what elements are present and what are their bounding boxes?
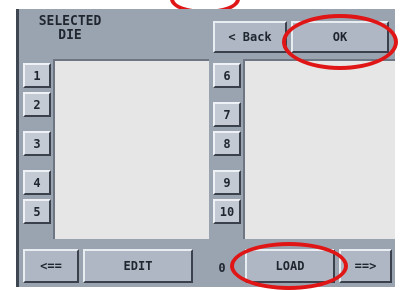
right-die-panel (243, 59, 395, 239)
next-page-button[interactable]: ==> (339, 249, 392, 283)
die-button-4[interactable]: 4 (23, 170, 51, 195)
die-button-5[interactable]: 5 (23, 199, 51, 224)
die-selection-screen: SELECTED DIE < Back OK 1 2 3 4 5 6 7 8 9… (16, 9, 395, 287)
die-button-6[interactable]: 6 (213, 63, 241, 88)
die-button-2[interactable]: 2 (23, 92, 51, 117)
die-button-8[interactable]: 8 (213, 131, 241, 156)
die-button-3[interactable]: 3 (23, 131, 51, 156)
die-button-1[interactable]: 1 (23, 63, 51, 88)
die-button-7[interactable]: 7 (213, 102, 241, 127)
die-count: 0 (218, 261, 226, 275)
header-title: SELECTED DIE (38, 14, 102, 43)
back-button[interactable]: < Back (213, 21, 287, 53)
edit-button[interactable]: EDIT (83, 249, 193, 283)
prev-page-button[interactable]: <== (23, 249, 79, 283)
load-button[interactable]: LOAD (245, 249, 335, 283)
ok-button[interactable]: OK (291, 21, 389, 53)
die-button-10[interactable]: 10 (213, 199, 241, 224)
die-button-9[interactable]: 9 (213, 170, 241, 195)
left-die-panel (53, 59, 209, 239)
